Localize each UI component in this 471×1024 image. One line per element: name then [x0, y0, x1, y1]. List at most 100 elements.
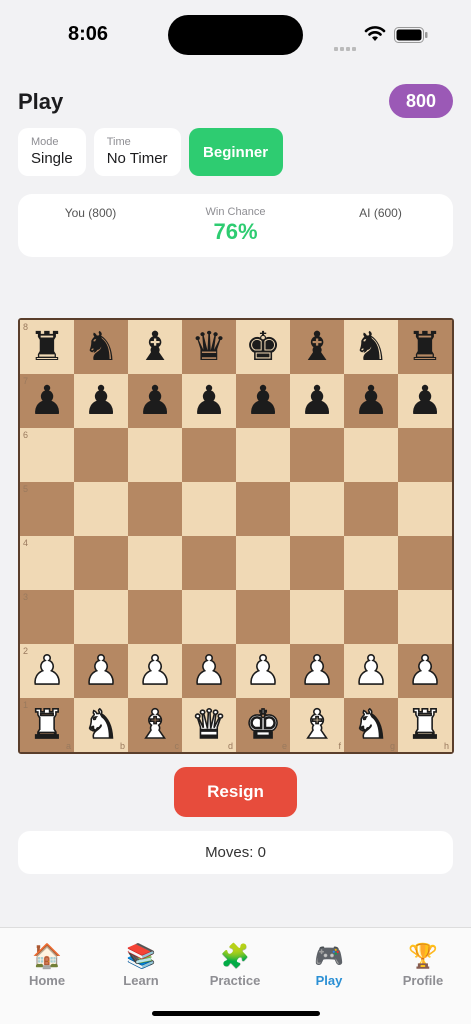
square-d2[interactable]: ♟	[182, 644, 236, 698]
square-b8[interactable]: ♞	[74, 320, 128, 374]
square-b5[interactable]	[74, 482, 128, 536]
mode-selector[interactable]: Mode Single	[18, 128, 86, 176]
square-g4[interactable]	[344, 536, 398, 590]
white-knight-piece[interactable]: ♞	[82, 704, 119, 746]
white-pawn-piece[interactable]: ♟	[406, 650, 443, 692]
square-g8[interactable]: ♞	[344, 320, 398, 374]
square-c7[interactable]: ♟	[128, 374, 182, 428]
white-bishop-piece[interactable]: ♝	[136, 704, 173, 746]
square-h7[interactable]: ♟	[398, 374, 452, 428]
square-c6[interactable]	[128, 428, 182, 482]
square-g1[interactable]: g ♞	[344, 698, 398, 752]
black-bishop-piece[interactable]: ♝	[299, 327, 335, 367]
square-b3[interactable]	[74, 590, 128, 644]
white-pawn-piece[interactable]: ♟	[136, 650, 173, 692]
square-d3[interactable]	[182, 590, 236, 644]
square-g6[interactable]	[344, 428, 398, 482]
square-d6[interactable]	[182, 428, 236, 482]
white-pawn-piece[interactable]: ♟	[28, 650, 65, 692]
square-d5[interactable]	[182, 482, 236, 536]
square-b1[interactable]: b ♞	[74, 698, 128, 752]
square-e4[interactable]	[236, 536, 290, 590]
square-a1[interactable]: 1 a ♜	[20, 698, 74, 752]
black-pawn-piece[interactable]: ♟	[137, 381, 173, 421]
square-g5[interactable]	[344, 482, 398, 536]
square-c1[interactable]: c ♝	[128, 698, 182, 752]
square-f6[interactable]	[290, 428, 344, 482]
square-h5[interactable]	[398, 482, 452, 536]
difficulty-button[interactable]: Beginner	[188, 128, 283, 176]
tab-profile[interactable]: 🏆 Profile	[376, 942, 470, 988]
square-d4[interactable]	[182, 536, 236, 590]
chess-board[interactable]: 8 ♜ ♞ ♝ ♛ ♚ ♝ ♞ ♜ 7 ♟ ♟ ♟ ♟ ♟ ♟ ♟ ♟ 6 5 4 3 2 ♟ ♟ ♟ ♟ ♟ ♟ ♟ ♟ 1 a ♜ b ♞ c ♝ d ♛…	[18, 318, 454, 754]
black-pawn-piece[interactable]: ♟	[29, 381, 65, 421]
tab-learn[interactable]: 📚 Learn	[94, 942, 188, 988]
square-h2[interactable]: ♟	[398, 644, 452, 698]
black-bishop-piece[interactable]: ♝	[137, 327, 173, 367]
square-d1[interactable]: d ♛	[182, 698, 236, 752]
square-h3[interactable]	[398, 590, 452, 644]
square-g3[interactable]	[344, 590, 398, 644]
square-f5[interactable]	[290, 482, 344, 536]
white-pawn-piece[interactable]: ♟	[82, 650, 119, 692]
square-a2[interactable]: 2 ♟	[20, 644, 74, 698]
square-f3[interactable]	[290, 590, 344, 644]
tab-play[interactable]: 🎮 Play	[282, 942, 376, 988]
square-a6[interactable]: 6	[20, 428, 74, 482]
black-pawn-piece[interactable]: ♟	[407, 381, 443, 421]
square-g7[interactable]: ♟	[344, 374, 398, 428]
square-e2[interactable]: ♟	[236, 644, 290, 698]
tab-home[interactable]: 🏠 Home	[0, 942, 94, 988]
white-bishop-piece[interactable]: ♝	[298, 704, 335, 746]
square-g2[interactable]: ♟	[344, 644, 398, 698]
square-h6[interactable]	[398, 428, 452, 482]
square-d7[interactable]: ♟	[182, 374, 236, 428]
black-pawn-piece[interactable]: ♟	[83, 381, 119, 421]
white-pawn-piece[interactable]: ♟	[298, 650, 335, 692]
square-e6[interactable]	[236, 428, 290, 482]
white-knight-piece[interactable]: ♞	[352, 704, 389, 746]
square-f4[interactable]	[290, 536, 344, 590]
square-h4[interactable]	[398, 536, 452, 590]
square-a7[interactable]: 7 ♟	[20, 374, 74, 428]
square-d8[interactable]: ♛	[182, 320, 236, 374]
square-b2[interactable]: ♟	[74, 644, 128, 698]
square-c3[interactable]	[128, 590, 182, 644]
black-pawn-piece[interactable]: ♟	[245, 381, 281, 421]
square-f1[interactable]: f ♝	[290, 698, 344, 752]
square-c2[interactable]: ♟	[128, 644, 182, 698]
black-knight-piece[interactable]: ♞	[83, 327, 119, 367]
black-knight-piece[interactable]: ♞	[353, 327, 389, 367]
white-pawn-piece[interactable]: ♟	[244, 650, 281, 692]
square-h8[interactable]: ♜	[398, 320, 452, 374]
square-e5[interactable]	[236, 482, 290, 536]
square-f8[interactable]: ♝	[290, 320, 344, 374]
square-e8[interactable]: ♚	[236, 320, 290, 374]
white-queen-piece[interactable]: ♛	[190, 704, 227, 746]
square-b4[interactable]	[74, 536, 128, 590]
square-a3[interactable]: 3	[20, 590, 74, 644]
square-f2[interactable]: ♟	[290, 644, 344, 698]
white-rook-piece[interactable]: ♜	[406, 704, 443, 746]
square-e7[interactable]: ♟	[236, 374, 290, 428]
square-b7[interactable]: ♟	[74, 374, 128, 428]
square-f7[interactable]: ♟	[290, 374, 344, 428]
black-rook-piece[interactable]: ♜	[407, 327, 443, 367]
square-a5[interactable]: 5	[20, 482, 74, 536]
black-pawn-piece[interactable]: ♟	[299, 381, 335, 421]
white-pawn-piece[interactable]: ♟	[352, 650, 389, 692]
black-queen-piece[interactable]: ♛	[191, 327, 227, 367]
time-selector[interactable]: Time No Timer	[93, 128, 181, 176]
square-e3[interactable]	[236, 590, 290, 644]
black-pawn-piece[interactable]: ♟	[353, 381, 389, 421]
square-e1[interactable]: e ♚	[236, 698, 290, 752]
square-c5[interactable]	[128, 482, 182, 536]
white-pawn-piece[interactable]: ♟	[190, 650, 227, 692]
square-c8[interactable]: ♝	[128, 320, 182, 374]
square-c4[interactable]	[128, 536, 182, 590]
square-h1[interactable]: h ♜	[398, 698, 452, 752]
black-pawn-piece[interactable]: ♟	[191, 381, 227, 421]
white-rook-piece[interactable]: ♜	[28, 704, 65, 746]
tab-practice[interactable]: 🧩 Practice	[188, 942, 282, 988]
resign-button[interactable]: Resign	[174, 767, 297, 817]
